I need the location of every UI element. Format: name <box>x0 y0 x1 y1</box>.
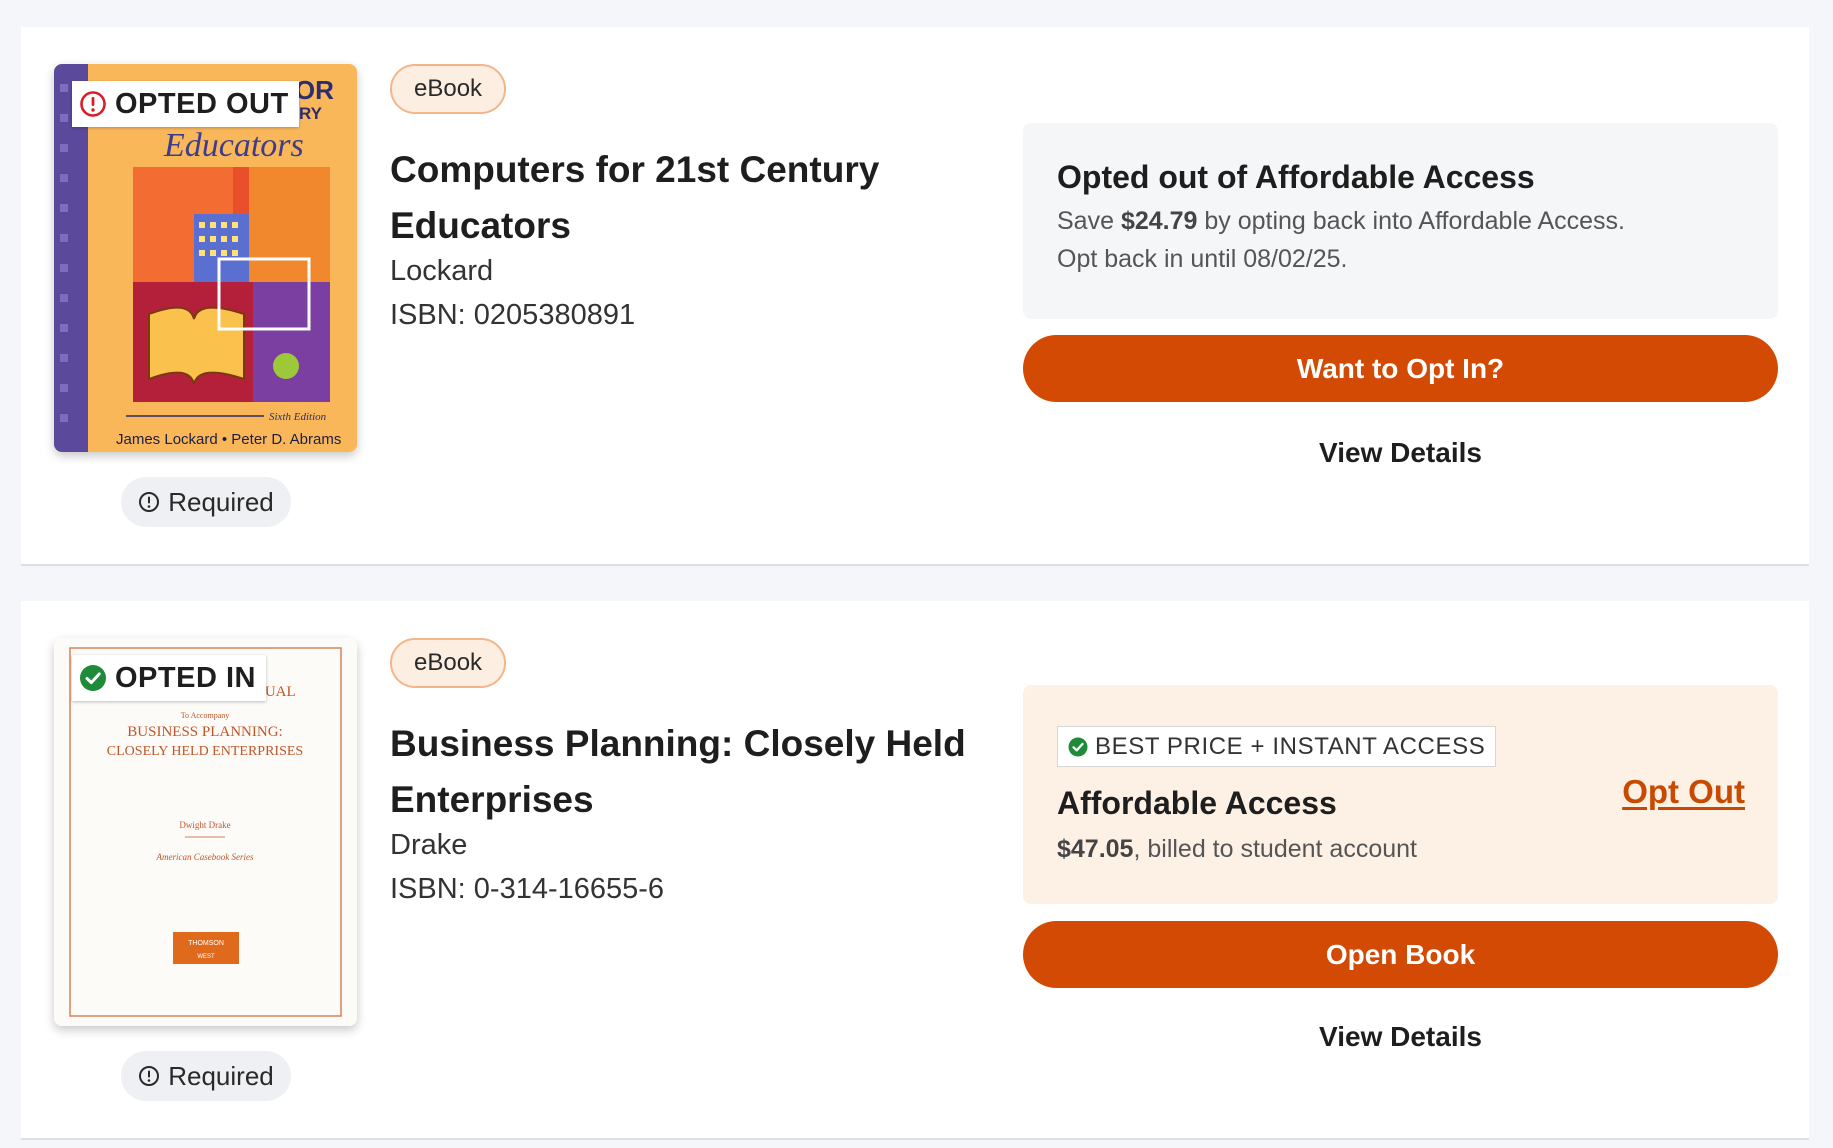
opt-in-deadline: Opt back in until 08/02/25. <box>1057 245 1348 273</box>
billing-message: $47.05, billed to student account <box>1057 835 1417 863</box>
svg-text:BUSINESS PLANNING:: BUSINESS PLANNING: <box>127 724 282 740</box>
info-circle-icon <box>138 491 160 513</box>
required-label: Required <box>168 486 274 517</box>
badge-label: BEST PRICE + INSTANT ACCESS <box>1095 732 1486 760</box>
required-badge: Required <box>121 477 291 527</box>
affordable-access-panel: BEST PRICE + INSTANT ACCESS Affordable A… <box>1023 685 1778 904</box>
svg-text:Sixth Edition: Sixth Edition <box>269 411 327 423</box>
check-circle-icon <box>1068 737 1088 757</box>
svg-text:CLOSELY HELD ENTERPRISES: CLOSELY HELD ENTERPRISES <box>107 744 303 759</box>
book-author: Lockard <box>390 255 494 287</box>
book-author: Drake <box>390 829 468 861</box>
best-price-badge: BEST PRICE + INSTANT ACCESS <box>1057 726 1497 767</box>
opted-out-status-tag: OPTED OUT <box>72 81 299 127</box>
opted-in-status-tag: OPTED IN <box>72 655 266 701</box>
open-book-button[interactable]: Open Book <box>1023 921 1778 988</box>
check-circle-icon <box>79 664 107 692</box>
book-title: Computers for 21st Century Educators <box>390 149 880 246</box>
svg-text:To Accompany: To Accompany <box>181 711 230 720</box>
svg-text:Educators: Educators <box>163 127 304 164</box>
svg-text:THOMSON: THOMSON <box>188 940 224 947</box>
course-material-card: NUAL To Accompany BUSINESS PLANNING: CLO… <box>21 601 1809 1138</box>
opt-out-link[interactable]: Opt Out <box>1622 773 1745 811</box>
panel-title: Affordable Access <box>1057 785 1337 821</box>
svg-text:American Casebook Series: American Casebook Series <box>156 852 254 862</box>
format-chip: eBook <box>390 64 507 114</box>
view-details-link[interactable]: View Details <box>1023 1021 1778 1053</box>
svg-text:Dwight Drake: Dwight Drake <box>179 820 230 830</box>
svg-text:James Lockard • Peter D. Abram: James Lockard • Peter D. Abrams <box>116 431 341 448</box>
status-label: OPTED OUT <box>115 87 289 120</box>
format-chip: eBook <box>390 638 507 688</box>
required-badge: Required <box>121 1051 291 1101</box>
required-label: Required <box>168 1060 274 1091</box>
course-material-card: FOR NTURY Educators Sixth Edition James … <box>21 27 1809 564</box>
opt-in-button[interactable]: Want to Opt In? <box>1023 335 1778 402</box>
book-isbn: ISBN: 0-314-16655-6 <box>390 873 665 905</box>
panel-title: Opted out of Affordable Access <box>1057 159 1535 195</box>
svg-text:WEST: WEST <box>197 954 215 960</box>
status-label: OPTED IN <box>115 661 256 694</box>
alert-circle-icon <box>79 90 107 118</box>
info-circle-icon <box>138 1065 160 1087</box>
book-title: Business Planning: Closely Held Enterpri… <box>390 723 966 820</box>
savings-message: Save $24.79 by opting back into Affordab… <box>1057 207 1625 235</box>
view-details-link[interactable]: View Details <box>1023 437 1778 469</box>
opt-status-panel: Opted out of Affordable Access Save $24.… <box>1023 123 1778 319</box>
book-isbn: ISBN: 0205380891 <box>390 299 636 331</box>
